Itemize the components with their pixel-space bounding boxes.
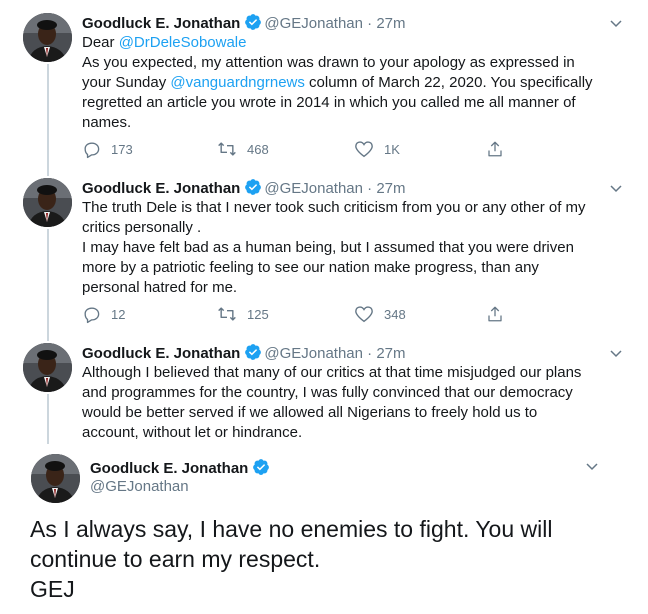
chevron-down-icon[interactable] [610, 345, 622, 363]
text-line: personal hatred for me. [82, 279, 238, 296]
reply-count: 12 [111, 306, 126, 322]
timestamp[interactable]: 27m [376, 345, 405, 362]
text-line: account, without let or hindrance. [82, 424, 303, 441]
like-count: 1K [384, 141, 400, 157]
author-name[interactable]: Goodluck E. Jonathan [82, 345, 240, 362]
avatar-photo-icon [23, 178, 72, 227]
share-icon [488, 306, 502, 322]
avatar[interactable] [23, 178, 72, 227]
tweet-text: As I always say, I have no enemies to fi… [30, 514, 610, 604]
timestamp[interactable]: 27m [376, 15, 405, 32]
text-line: GEJ [30, 576, 75, 602]
chevron-down-icon[interactable] [586, 458, 598, 476]
text-line: Although I believed that many of our cri… [82, 364, 582, 381]
share-button[interactable] [486, 304, 514, 324]
author-handle[interactable]: @GEJonathan [264, 180, 363, 197]
tweet-text: Although I believed that many of our cri… [82, 363, 618, 443]
like-button[interactable]: 348 [354, 304, 406, 324]
like-button[interactable]: 1K [354, 139, 400, 159]
retweet-button[interactable]: 125 [217, 304, 269, 324]
text-line: your Sunday [82, 74, 171, 91]
chevron-down-icon[interactable] [610, 15, 622, 33]
text-line: As you expected, my attention was drawn … [82, 54, 575, 71]
share-button[interactable] [486, 139, 514, 159]
author-handle[interactable]: @GEJonathan [90, 478, 189, 495]
text-line: more by a patriotic feeling to see our n… [82, 259, 539, 276]
text-line: and programmes for the country, I was fu… [82, 384, 573, 401]
thread-line [47, 229, 49, 341]
heart-icon [355, 141, 373, 158]
avatar-photo-icon [23, 343, 72, 392]
tweet-actions: 12 125 348 [82, 304, 522, 324]
text-line: names. [82, 114, 132, 131]
author-handle[interactable]: @GEJonathan [264, 15, 363, 32]
text-line: critics personally . [82, 219, 202, 236]
retweet-count: 125 [247, 306, 269, 322]
text-line: Dear [82, 34, 119, 51]
avatar-photo-icon [23, 13, 72, 62]
mention-link[interactable]: @DrDeleSobowale [119, 34, 247, 51]
text-line: As I always say, I have no enemies to fi… [30, 516, 553, 542]
author-name[interactable]: Goodluck E. Jonathan [90, 460, 248, 477]
separator-dot: · [367, 180, 373, 197]
thread-line [47, 64, 49, 176]
text-line: continue to earn my respect. [30, 546, 321, 572]
retweet-icon [218, 307, 236, 321]
verified-badge-icon [244, 13, 262, 37]
retweet-icon [218, 142, 236, 156]
reply-button[interactable]: 173 [82, 139, 133, 159]
timestamp[interactable]: 27m [376, 180, 405, 197]
author-name[interactable]: Goodluck E. Jonathan [82, 180, 240, 197]
chevron-down-icon[interactable] [610, 180, 622, 198]
verified-badge-icon [252, 458, 270, 480]
reply-icon [84, 141, 100, 158]
author-handle[interactable]: @GEJonathan [264, 345, 363, 362]
author-name[interactable]: Goodluck E. Jonathan [82, 15, 240, 32]
text-line: I may have felt bad as a human being, bu… [82, 239, 574, 256]
text-line: would be better served if we allowed all… [82, 404, 538, 421]
separator-dot: · [367, 345, 373, 362]
thread-line [47, 394, 49, 444]
tweet-actions: 173 468 1K [82, 139, 522, 159]
retweet-count: 468 [247, 141, 269, 157]
tweet-text: The truth Dele is that I never took such… [82, 198, 618, 298]
share-icon [488, 141, 502, 157]
reply-icon [84, 306, 100, 323]
text-line: column of March 22, 2020. You specifical… [304, 74, 593, 91]
separator-dot: · [367, 15, 373, 32]
avatar-photo-icon [31, 454, 80, 503]
avatar[interactable] [23, 343, 72, 392]
retweet-button[interactable]: 468 [217, 139, 269, 159]
avatar[interactable] [31, 454, 80, 503]
avatar[interactable] [23, 13, 72, 62]
reply-count: 173 [111, 141, 133, 157]
like-count: 348 [384, 306, 406, 322]
text-line: regretted an article you wrote in 2014 i… [82, 94, 576, 111]
tweet-text: Dear @DrDeleSobowale As you expected, my… [82, 33, 618, 133]
mention-link[interactable]: @vanguardngrnews [170, 74, 304, 91]
text-line: The truth Dele is that I never took such… [82, 199, 586, 216]
heart-icon [355, 306, 373, 323]
reply-button[interactable]: 12 [82, 304, 125, 324]
